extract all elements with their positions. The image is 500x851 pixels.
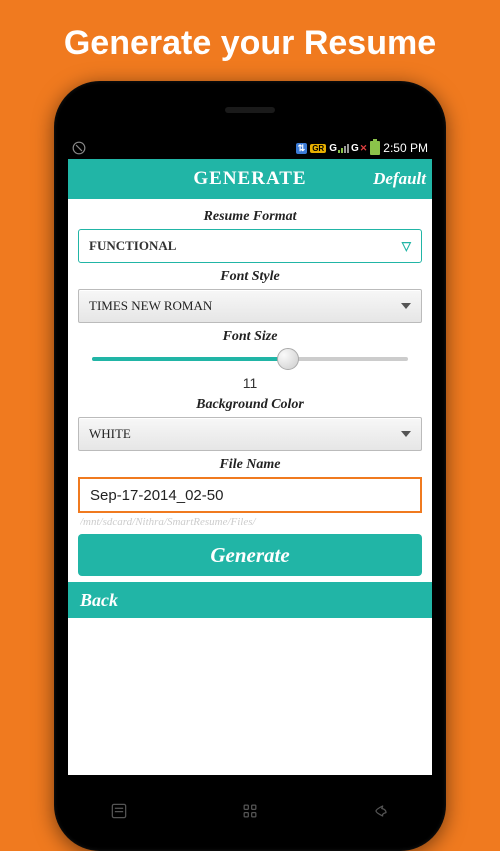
phone-frame: ⇅ GR G G✕ 2:50 PM GENERATE Default Resum… [54,81,446,851]
file-name-label: File Name [78,457,422,473]
bg-color-value: WHITE [89,426,131,442]
resume-format-select[interactable]: FUNCTIONAL ▽ [78,229,422,263]
signal-2-icon: G✕ [351,143,367,154]
font-size-slider[interactable] [78,349,422,361]
font-style-select[interactable]: TIMES NEW ROMAN [78,289,422,323]
chevron-down-icon: ▽ [402,239,411,254]
bottom-bar: Back [68,582,432,618]
nav-menu-icon[interactable] [105,797,133,825]
file-path-text: /mnt/sdcard/Nithra/SmartResume/Files/ [80,516,420,528]
dropdown-triangle-icon [401,431,411,437]
slider-track [92,357,408,361]
file-name-input[interactable]: Sep-17-2014_02-50 [78,477,422,513]
bg-color-label: Background Color [78,397,422,413]
phone-screen: ⇅ GR G G✕ 2:50 PM GENERATE Default Resum… [68,137,432,775]
font-size-value: 11 [78,375,422,391]
slider-fill [92,357,288,361]
promo-title: Generate your Resume [0,0,500,81]
resume-format-label: Resume Format [78,209,422,225]
file-name-value: Sep-17-2014_02-50 [90,487,223,504]
font-style-value: TIMES NEW ROMAN [89,298,212,314]
status-time: 2:50 PM [383,141,428,155]
no-sync-icon [72,141,86,155]
back-button[interactable]: Back [80,590,118,611]
nav-home-icon[interactable] [236,797,264,825]
resume-format-value: FUNCTIONAL [89,238,176,254]
default-button[interactable]: Default [373,169,426,189]
app-body: Resume Format FUNCTIONAL ▽ Font Style TI… [68,199,432,582]
bg-color-select[interactable]: WHITE [78,417,422,451]
generate-button[interactable]: Generate [78,534,422,576]
font-size-label: Font Size [78,329,422,345]
hardware-nav [54,791,446,831]
gr-badge-icon: GR [310,144,326,153]
battery-icon [370,141,380,155]
status-bar: ⇅ GR G G✕ 2:50 PM [68,137,432,159]
font-style-label: Font Style [78,269,422,285]
dropdown-triangle-icon [401,303,411,309]
data-icon: ⇅ [296,143,308,154]
slider-thumb[interactable] [277,348,299,370]
signal-1-icon: G [329,143,348,154]
nav-back-icon[interactable] [367,797,395,825]
app-header: GENERATE Default [68,159,432,199]
